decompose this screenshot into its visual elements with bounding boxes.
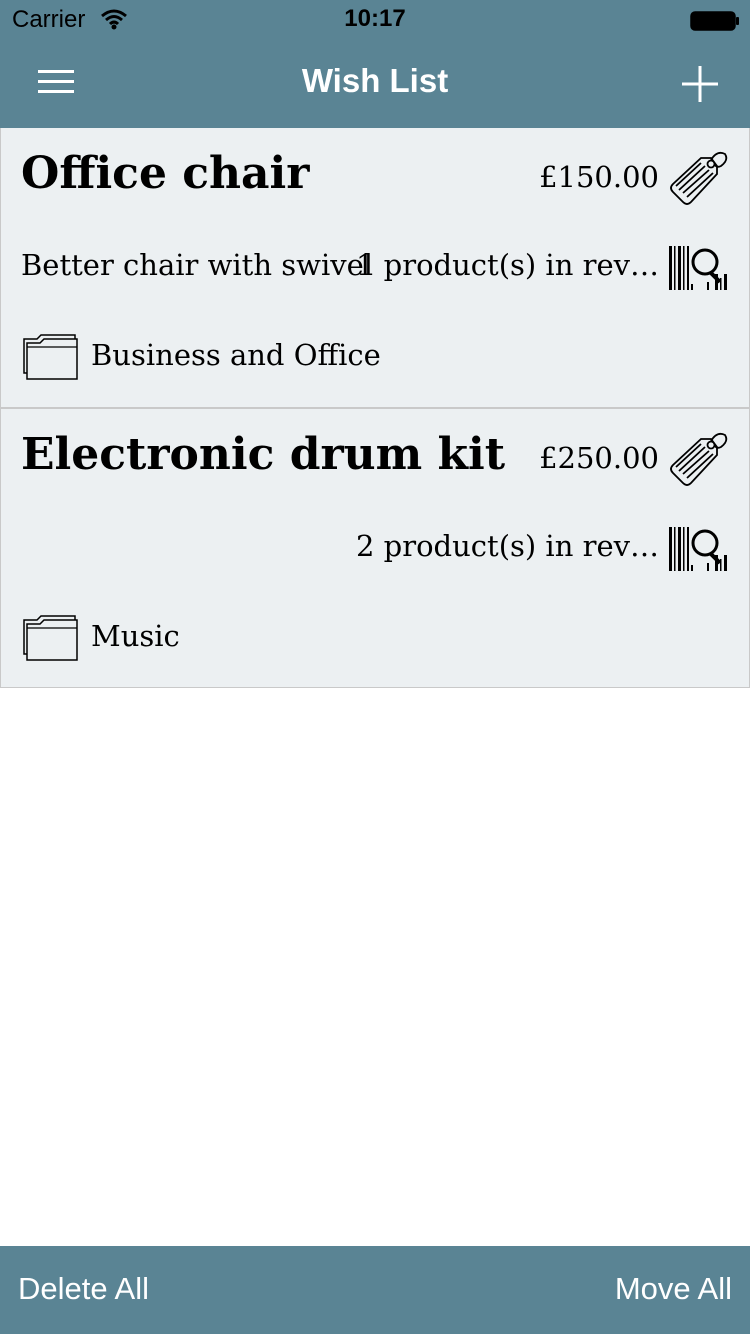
plus-icon[interactable] xyxy=(676,60,724,108)
wish-list-item[interactable]: Office chair £150.00 Better chair with s… xyxy=(0,128,750,408)
navigation-bar: Wish List xyxy=(0,40,750,128)
item-price: £150.00 xyxy=(539,160,659,194)
battery-icon xyxy=(690,11,739,31)
status-bar: Carrier 10:17 xyxy=(0,0,750,40)
price-tag-icon xyxy=(670,432,728,486)
folder-icon xyxy=(23,334,78,380)
item-note: Better chair with swivel xyxy=(21,248,374,282)
item-price: £250.00 xyxy=(539,441,659,475)
bottom-toolbar: Delete All Move All xyxy=(0,1246,750,1334)
barcode-search-icon[interactable] xyxy=(669,525,729,573)
item-title: Electronic drum kit xyxy=(21,429,506,480)
delete-all-button[interactable]: Delete All xyxy=(18,1271,149,1307)
item-title: Office chair xyxy=(21,148,310,199)
move-all-button[interactable]: Move All xyxy=(615,1271,732,1307)
status-time: 10:17 xyxy=(344,5,406,32)
wish-list-item[interactable]: Electronic drum kit £250.00 2 product(s)… xyxy=(0,408,750,688)
barcode-search-icon[interactable] xyxy=(669,244,729,292)
item-review-status: 2 product(s) in rev… xyxy=(356,529,659,563)
item-category: Music xyxy=(91,619,180,653)
price-tag-icon xyxy=(670,151,728,205)
wish-list: Office chair £150.00 Better chair with s… xyxy=(0,128,750,688)
page-title: Wish List xyxy=(301,62,449,99)
item-review-status: 1 product(s) in rev… xyxy=(356,248,659,282)
item-category: Business and Office xyxy=(91,338,381,372)
folder-icon xyxy=(23,615,78,661)
